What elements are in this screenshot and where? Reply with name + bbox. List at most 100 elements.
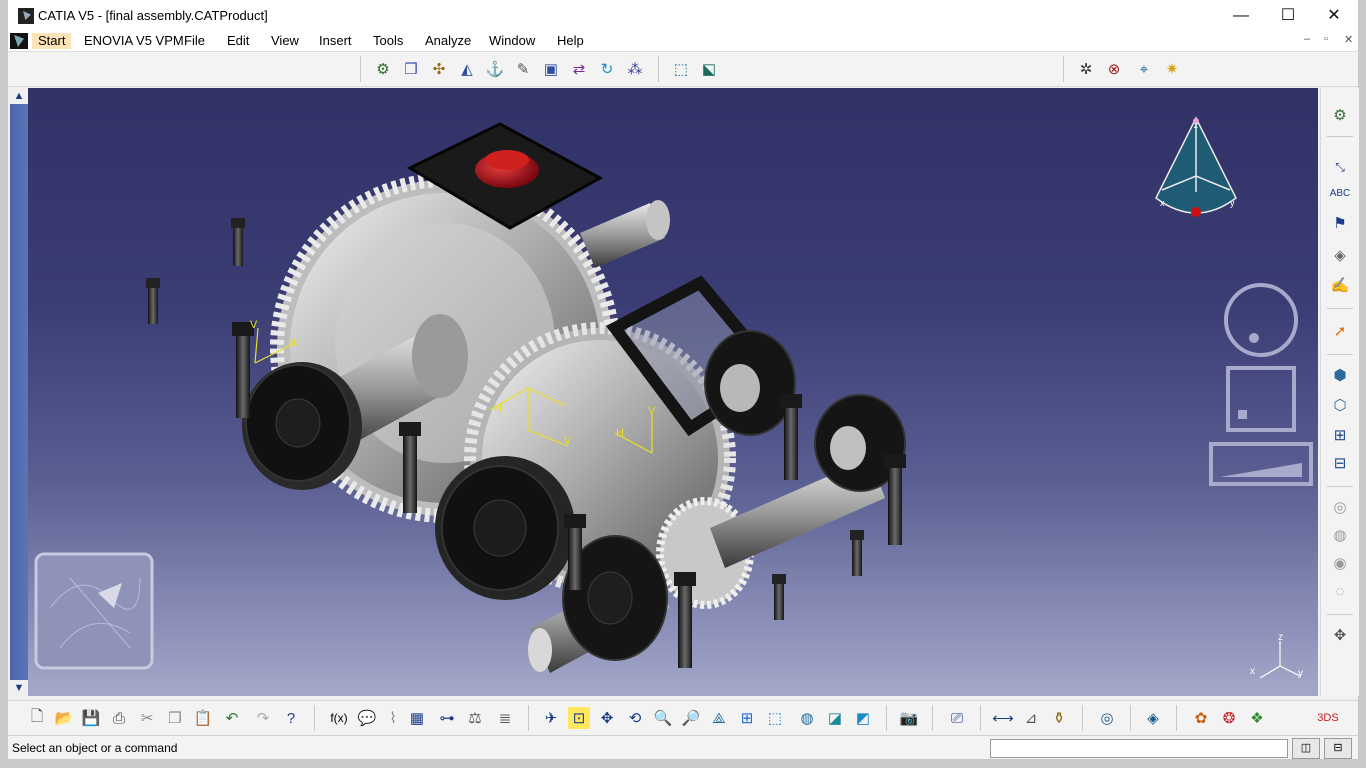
menu-start[interactable]: Start	[32, 33, 72, 49]
scroll-up-arrow-icon[interactable]: ▲	[10, 88, 28, 104]
menu-insert[interactable]: Insert	[313, 33, 358, 49]
doc-restore-button[interactable]: ▫	[1324, 33, 1328, 45]
paste-icon[interactable]: 📋	[192, 707, 214, 729]
text-icon[interactable]: ABC	[1329, 182, 1351, 204]
quick-view-icon[interactable]: ⊞	[736, 707, 758, 729]
select-icon[interactable]: ➚	[1329, 320, 1351, 342]
scrollbar-thumb[interactable]	[10, 88, 28, 696]
doc-minimize-button[interactable]: –	[1304, 33, 1310, 45]
measure-between-icon[interactable]: ⟷	[992, 707, 1014, 729]
knowledge-icon[interactable]: ⬡	[1329, 394, 1351, 416]
settings-icon[interactable]: ⚙	[1329, 104, 1351, 126]
material-icon[interactable]: ❂	[1218, 707, 1240, 729]
renumber-icon[interactable]: ↻	[596, 58, 618, 80]
formula-icon[interactable]: f(x)	[328, 707, 350, 729]
apply-material-icon[interactable]: ❖	[1246, 707, 1268, 729]
center-bearing-cover[interactable]	[435, 456, 575, 600]
maximize-button[interactable]: ☐	[1265, 0, 1311, 31]
assembly-icon[interactable]: ⚙	[372, 58, 394, 80]
menu-help[interactable]: Help	[551, 33, 590, 49]
pan-icon[interactable]: ✥	[596, 707, 618, 729]
open-icon[interactable]: 📂	[53, 707, 75, 729]
measure-inertia-icon[interactable]: ⚱	[1048, 707, 1070, 729]
parameters-icon[interactable]: ⚖	[464, 707, 486, 729]
menu-enovia[interactable]: ENOVIA V5 VPM	[78, 33, 190, 49]
manipulate-icon[interactable]: ⬚	[670, 58, 692, 80]
snap-icon[interactable]: ⬕	[698, 58, 720, 80]
navigation-zoom-icon[interactable]	[1209, 442, 1313, 486]
save-icon[interactable]: 💾	[80, 707, 102, 729]
compass-widget[interactable]: z x y	[1155, 116, 1237, 217]
assembly-scene[interactable]: H V H V H V z x y z x y	[10, 88, 1318, 696]
power-input-options-button[interactable]: ⊟	[1324, 738, 1352, 759]
whats-this-icon[interactable]: ?	[280, 707, 302, 729]
move-icon[interactable]: ✥	[1329, 624, 1351, 646]
table-icon[interactable]: ▦	[406, 707, 428, 729]
fix-icon[interactable]: ✷	[1161, 58, 1183, 80]
zoom-in-icon[interactable]: 🔍	[652, 707, 674, 729]
annotation-icon[interactable]: ✍	[1329, 274, 1351, 296]
redo-icon[interactable]: ↷	[252, 707, 274, 729]
spin-icon[interactable]: ◎	[1096, 707, 1118, 729]
capture-icon[interactable]: ⎚	[946, 707, 968, 729]
layer-icon[interactable]: ◈	[1142, 707, 1164, 729]
new-icon[interactable]: 🗋	[26, 707, 48, 729]
constraint-coincidence-icon[interactable]: ◎	[1329, 496, 1351, 518]
menu-tools[interactable]: Tools	[367, 33, 409, 49]
menu-edit[interactable]: Edit	[221, 33, 255, 49]
part-icon[interactable]: ◭	[456, 58, 478, 80]
normal-view-icon[interactable]: ⟁	[708, 707, 730, 729]
camera-icon[interactable]: 📷	[898, 707, 920, 729]
fit-all-icon[interactable]: ⊡	[568, 707, 590, 729]
explode-icon[interactable]: ✲	[1075, 58, 1097, 80]
cut-icon[interactable]: ✂	[136, 707, 158, 729]
menu-file[interactable]: File	[178, 33, 211, 49]
graph-tree-icon[interactable]: ▣	[540, 58, 562, 80]
product-icon[interactable]: ❒	[400, 58, 422, 80]
replace-icon[interactable]: ✎	[512, 58, 534, 80]
multi-instantiate-icon[interactable]: ⁂	[624, 58, 646, 80]
catia-logo-icon[interactable]	[10, 33, 28, 49]
measure-item-icon[interactable]: ⊿	[1020, 707, 1042, 729]
swap-visible-icon[interactable]: ◩	[852, 707, 874, 729]
print-icon[interactable]: ⎙	[108, 707, 130, 729]
close-button[interactable]: ✕	[1311, 0, 1357, 31]
power-input-clear-button[interactable]: ◫	[1292, 738, 1320, 759]
reorder-icon[interactable]: ⇄	[568, 58, 590, 80]
copy-icon[interactable]: ❐	[164, 707, 186, 729]
menu-window[interactable]: Window	[483, 33, 541, 49]
hide-show-icon[interactable]: ◪	[824, 707, 846, 729]
catalog-browser-icon[interactable]: ✿	[1190, 707, 1212, 729]
navigation-orbit-icon[interactable]	[1224, 283, 1298, 357]
tree-collapse-icon[interactable]: ⊟	[1329, 452, 1351, 474]
constraint-offset-icon[interactable]: ◉	[1329, 552, 1351, 574]
rotate-icon[interactable]: ⟲	[624, 707, 646, 729]
component-icon[interactable]: ✣	[428, 58, 450, 80]
dimension-icon[interactable]: ⤡	[1329, 156, 1351, 178]
catalog-icon[interactable]: ⬢	[1329, 364, 1351, 386]
stop-clash-icon[interactable]: ⊗	[1103, 58, 1125, 80]
right-bearing-cover[interactable]	[704, 330, 906, 492]
menu-analyze[interactable]: Analyze	[419, 33, 477, 49]
navigation-pan-icon[interactable]	[1226, 366, 1296, 432]
overview-map[interactable]	[34, 552, 154, 670]
flag-icon[interactable]: ⚑	[1329, 212, 1351, 234]
structure-icon[interactable]: ⊶	[436, 707, 458, 729]
scroll-down-arrow-icon[interactable]: ▼	[10, 680, 28, 696]
fly-mode-icon[interactable]: ✈	[540, 707, 562, 729]
3d-viewport[interactable]: H V H V H V z x y z x y	[10, 88, 1318, 696]
constraint-contact-icon[interactable]: ◍	[1329, 524, 1351, 546]
power-input-field[interactable]	[990, 739, 1288, 758]
zoom-out-icon[interactable]: 🔎	[680, 707, 702, 729]
menu-view[interactable]: View	[265, 33, 305, 49]
comment-icon[interactable]: 💬	[356, 707, 378, 729]
iso-view-icon[interactable]: ⬚	[764, 707, 786, 729]
navigation-panel[interactable]	[1209, 283, 1313, 486]
left-bearing-cover[interactable]	[242, 362, 362, 490]
existing-component-icon[interactable]: ⚓	[484, 58, 506, 80]
minimize-button[interactable]: —	[1218, 0, 1264, 31]
upper-shaft[interactable]	[580, 200, 670, 268]
shading-icon[interactable]: ◍	[796, 707, 818, 729]
tree-expand-icon[interactable]: ⊞	[1329, 424, 1351, 446]
bom-icon[interactable]: ≣	[494, 707, 516, 729]
